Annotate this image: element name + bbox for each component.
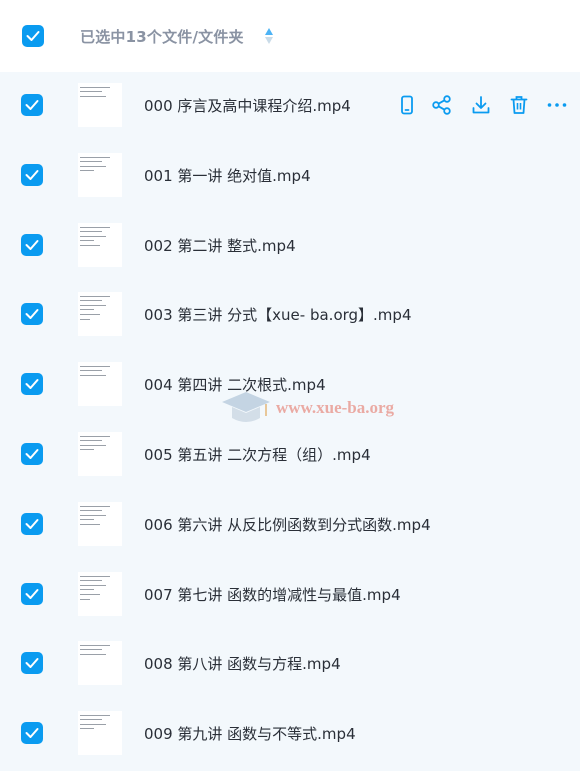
check-icon (25, 728, 39, 739)
check-icon (25, 658, 39, 669)
sort-icon[interactable] (264, 27, 274, 45)
file-name[interactable]: 000 序言及高中课程介绍.mp4 (144, 95, 351, 116)
file-checkbox[interactable] (21, 582, 43, 605)
check-icon (25, 100, 39, 110)
file-row[interactable]: 001 第一讲 绝对值.mp4 (0, 140, 580, 210)
phone-icon[interactable] (396, 94, 418, 116)
video-thumbnail (78, 501, 122, 546)
file-row[interactable]: 009 第九讲 函数与不等式.mp4 (0, 698, 580, 768)
video-thumbnail (78, 571, 122, 616)
check-icon (25, 588, 39, 599)
file-name[interactable]: 006 第六讲 从反比例函数到分式函数.mp4 (144, 514, 431, 535)
file-row[interactable]: 003 第三讲 分式【xue- ba.org】.mp4 (0, 279, 580, 349)
file-checkbox[interactable] (21, 163, 43, 186)
check-icon (25, 379, 39, 390)
select-all-checkbox[interactable] (22, 25, 44, 47)
check-icon (25, 449, 39, 459)
check-icon (25, 518, 39, 529)
file-name[interactable]: 005 第五讲 二次方程（组）.mp4 (144, 444, 371, 465)
download-icon[interactable] (470, 94, 492, 116)
file-name[interactable]: 008 第八讲 函数与方程.mp4 (144, 653, 341, 674)
file-name[interactable]: 007 第七讲 函数的增减性与最值.mp4 (144, 584, 401, 605)
file-name[interactable]: 003 第三讲 分式【xue- ba.org】.mp4 (144, 304, 412, 325)
video-thumbnail (78, 362, 122, 407)
file-row[interactable]: 005 第五讲 二次方程（组）.mp4 (0, 419, 580, 489)
video-thumbnail (78, 711, 122, 756)
file-row[interactable]: 006 第六讲 从反比例函数到分式函数.mp4 (0, 489, 580, 559)
check-icon (25, 169, 39, 180)
video-thumbnail (78, 222, 122, 267)
delete-icon[interactable] (508, 94, 530, 116)
check-icon (25, 309, 39, 320)
file-name[interactable]: 009 第九讲 函数与不等式.mp4 (144, 723, 356, 744)
video-thumbnail (78, 641, 122, 686)
file-checkbox[interactable] (21, 443, 43, 465)
file-row[interactable]: 002 第二讲 整式.mp4 (0, 210, 580, 280)
file-checkbox[interactable] (21, 303, 43, 326)
file-checkbox[interactable] (21, 652, 43, 675)
file-checkbox[interactable] (21, 233, 43, 256)
check-icon (26, 31, 40, 41)
check-icon (25, 239, 39, 250)
file-name[interactable]: 002 第二讲 整式.mp4 (144, 235, 296, 256)
file-checkbox[interactable] (21, 94, 43, 116)
selection-header: 已选中13个文件/文件夹 (0, 0, 580, 72)
file-row[interactable]: 000 序言及高中课程介绍.mp4 (0, 70, 580, 140)
video-thumbnail (78, 83, 122, 127)
share-icon[interactable] (431, 94, 453, 116)
file-row[interactable]: 004 第四讲 二次根式.mp4 (0, 349, 580, 419)
selection-count-title: 已选中13个文件/文件夹 (80, 28, 244, 46)
video-thumbnail (78, 292, 122, 337)
video-thumbnail (78, 152, 122, 197)
file-row[interactable]: 007 第七讲 函数的增减性与最值.mp4 (0, 559, 580, 629)
file-checkbox[interactable] (21, 722, 43, 745)
more-icon[interactable] (546, 94, 568, 116)
file-name[interactable]: 001 第一讲 绝对值.mp4 (144, 165, 311, 186)
file-row[interactable]: 008 第八讲 函数与方程.mp4 (0, 628, 580, 698)
file-name[interactable]: 004 第四讲 二次根式.mp4 (144, 374, 326, 395)
file-checkbox[interactable] (21, 512, 43, 535)
video-thumbnail (78, 432, 122, 476)
file-checkbox[interactable] (21, 373, 43, 396)
